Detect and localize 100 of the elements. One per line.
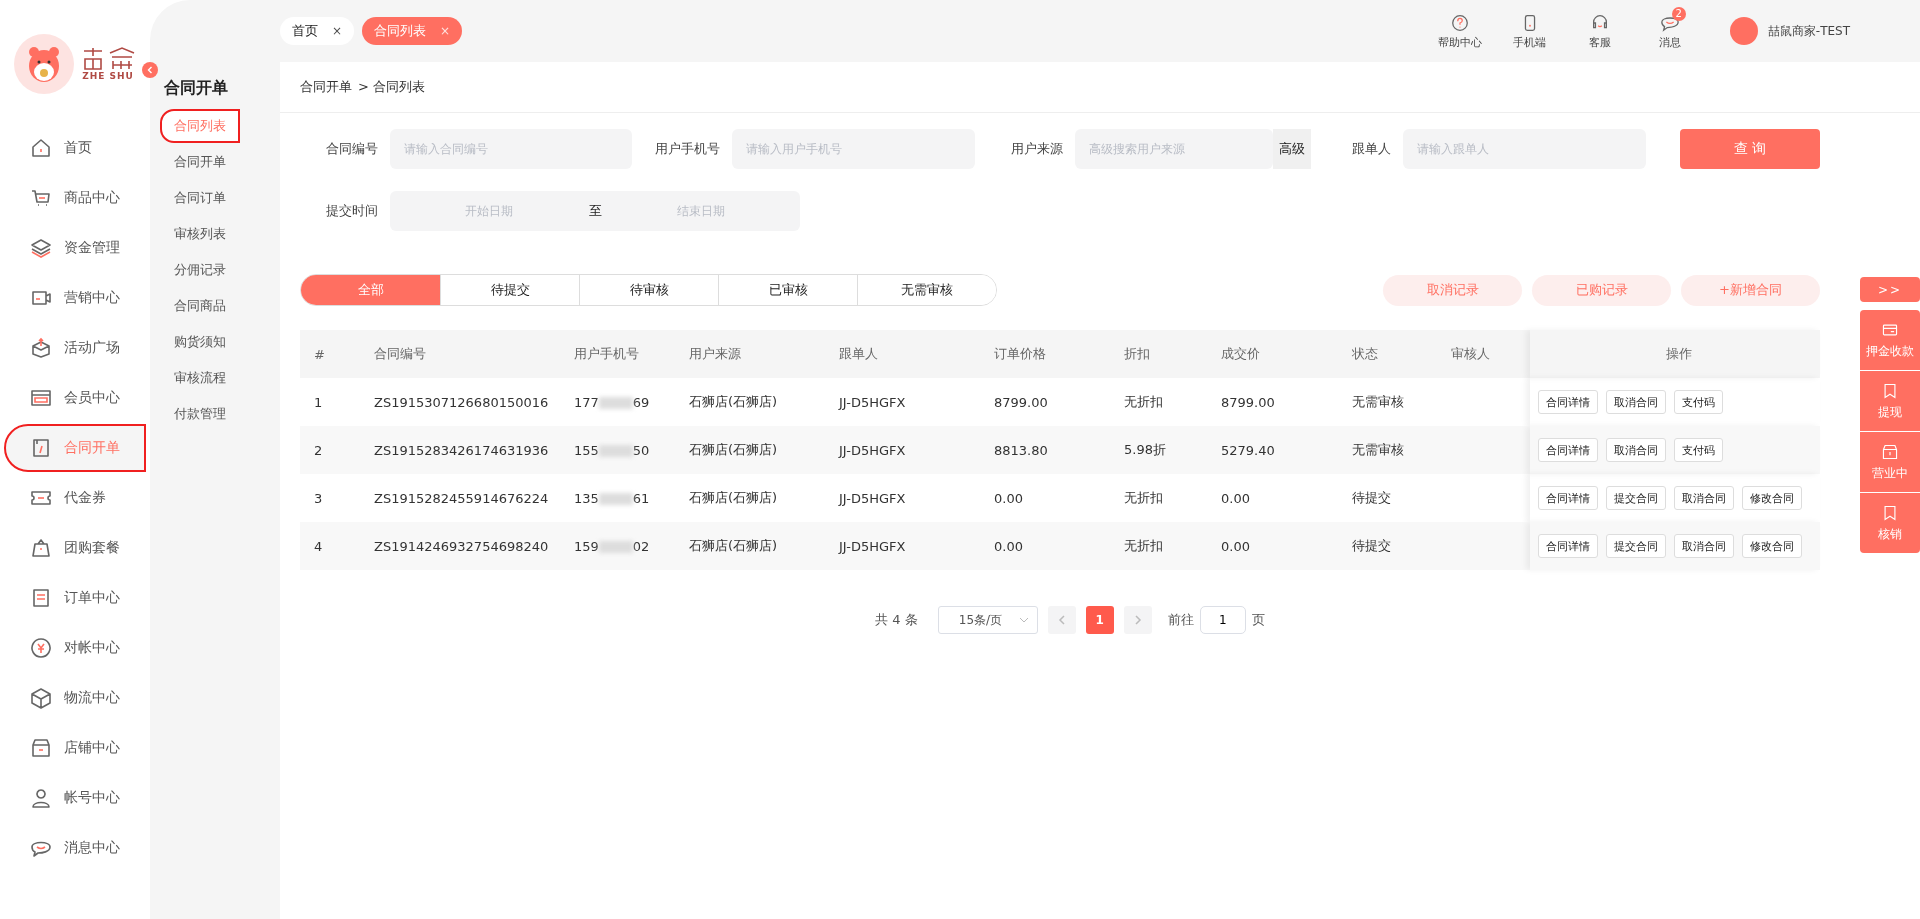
header-action-label[interactable]: 客服 [1588, 34, 1611, 50]
submenu-title: 合同开单 [164, 78, 228, 99]
close-icon[interactable]: × [332, 24, 343, 38]
vip-card-icon [30, 387, 52, 409]
nav-item[interactable]: 团购套餐 [6, 526, 144, 570]
table-cell: 无需审核 [1338, 378, 1437, 426]
table-cell: 无折扣 [1110, 522, 1207, 570]
submenu-item[interactable]: 合同订单 [162, 183, 238, 213]
action-button[interactable]: 合同详情 [1538, 390, 1598, 414]
cart-icon [30, 187, 52, 209]
submenu-item[interactable]: 合同开单 [162, 147, 238, 177]
nav-item[interactable]: 店铺中心 [6, 726, 144, 770]
layers-icon [30, 237, 52, 259]
table-cell: 5.98折 [1110, 426, 1207, 474]
nav-item[interactable]: 商品中心 [6, 176, 144, 220]
table-cell: JJ-D5HGFX [825, 378, 980, 426]
submenu-item[interactable]: 分佣记录 [162, 255, 238, 285]
column-header: 用户来源 [675, 330, 825, 378]
table-cell: 无折扣 [1110, 378, 1207, 426]
cube-icon [30, 687, 52, 709]
table-cell: 2 [300, 426, 360, 474]
help-icon [1449, 12, 1470, 33]
breadcrumb-item: 合同开单 [300, 78, 352, 96]
action-button[interactable]: 支付码 [1674, 390, 1723, 414]
nav-item[interactable]: 会员中心 [6, 376, 144, 420]
column-header: 跟单人 [825, 330, 980, 378]
status-tab[interactable]: 无需审核 [857, 275, 996, 305]
table-cell: 8813.80 [980, 426, 1110, 474]
page-size-select[interactable]: 15条/页 [937, 606, 1038, 634]
field-label: 合同编号 [325, 140, 379, 158]
nav-item[interactable]: 资金管理 [6, 226, 144, 270]
page-tab[interactable]: 首页 × [280, 17, 355, 45]
next-page-button[interactable] [1123, 606, 1152, 634]
table-cell: 0.00 [980, 474, 1110, 522]
submenu-item[interactable]: 审核列表 [162, 219, 238, 249]
table-cell: 8799.00 [980, 378, 1110, 426]
collapse-button[interactable] [142, 62, 158, 78]
chevron-down-icon[interactable] [1018, 617, 1029, 623]
notification-badge: 2 [1671, 6, 1686, 21]
start-date-field[interactable]: 开始日期 [390, 203, 589, 219]
table-cell: 石狮店(石狮店) [675, 474, 825, 522]
action-button[interactable]: 修改合同 [1742, 534, 1802, 558]
chevron-right-icon[interactable] [1133, 615, 1142, 625]
action-button[interactable]: 合同详情 [1538, 486, 1598, 510]
previous-page-button[interactable] [1047, 606, 1076, 634]
table-cell: ZS1914246932754698240 [360, 522, 560, 570]
table-cell: 1 [300, 378, 360, 426]
column-header: 操作 [1530, 330, 1820, 378]
nav-item[interactable]: 首页 [6, 126, 144, 170]
header-action-label[interactable]: 帮助中心 [1437, 34, 1482, 50]
field-label: 用户手机号 [654, 140, 721, 158]
submenu-item[interactable]: 审核流程 [162, 363, 238, 393]
table-cell: 待提交 [1338, 474, 1437, 522]
header-action-label[interactable]: 手机端 [1513, 34, 1547, 50]
chevron-left-icon[interactable] [1057, 615, 1066, 625]
table-cell: 无需审核 [1338, 426, 1437, 474]
table-cell: 待提交 [1338, 522, 1437, 570]
nav-item[interactable]: 帐号中心 [6, 776, 144, 820]
shop-icon [30, 737, 52, 759]
table-cell: JJ-D5HGFX [825, 426, 980, 474]
bookmark-icon [1881, 381, 1899, 400]
table-cell: 8799.00 [1207, 378, 1338, 426]
action-button[interactable]: 取消合同 [1674, 486, 1734, 510]
column-header: 审核人 [1437, 330, 1530, 378]
person-icon [30, 787, 52, 809]
table-cell: 无折扣 [1110, 474, 1207, 522]
submenu-item[interactable]: 购货须知 [162, 327, 238, 357]
avatar[interactable] [1729, 17, 1758, 45]
nav-item[interactable]: 对帐中心 [6, 626, 144, 670]
nav-item[interactable]: 订单中心 [6, 576, 144, 620]
nav-item[interactable]: 物流中心 [6, 676, 144, 720]
nav-item[interactable]: 代金券 [6, 476, 144, 520]
action-button[interactable]: 支付码 [1674, 438, 1723, 462]
action-button[interactable]: 合同详情 [1538, 438, 1598, 462]
action-button[interactable]: 取消合同 [1606, 438, 1666, 462]
action-button[interactable]: 提交合同 [1606, 486, 1666, 510]
table-cell: 石狮店(石狮店) [675, 522, 825, 570]
table-cell: JJ-D5HGFX [825, 522, 980, 570]
table-cell: ZS1915282455914676224 [360, 474, 560, 522]
submenu-item[interactable]: 合同商品 [162, 291, 238, 321]
action-button[interactable]: 取消合同 [1674, 534, 1734, 558]
field-label: 跟单人 [1351, 140, 1392, 158]
column-header: 状态 [1338, 330, 1437, 378]
action-button[interactable]: 取消合同 [1606, 390, 1666, 414]
field-label: 用户来源 [1010, 140, 1064, 158]
nav-item[interactable]: 营销中心 [6, 276, 144, 320]
nav-item[interactable]: 活动广场 [6, 326, 144, 370]
table-cell: 5279.40 [1207, 426, 1338, 474]
submenu-item[interactable]: 付款管理 [162, 399, 238, 429]
page-input[interactable]: 1 [1199, 606, 1246, 634]
document-icon [30, 587, 52, 609]
header-action-label[interactable]: 消息 [1658, 34, 1681, 50]
table-cell: 159 02 [560, 522, 675, 570]
range-separator: 至 [588, 202, 602, 220]
action-button[interactable]: 修改合同 [1742, 486, 1802, 510]
advanced-button[interactable]: 高级 [1273, 129, 1311, 169]
action-button[interactable]: 合同详情 [1538, 534, 1598, 558]
nav-item[interactable]: 消息中心 [6, 826, 144, 870]
user-name[interactable]: 喆鼠商家-TEST [1767, 22, 1850, 40]
action-button[interactable]: 提交合同 [1606, 534, 1666, 558]
